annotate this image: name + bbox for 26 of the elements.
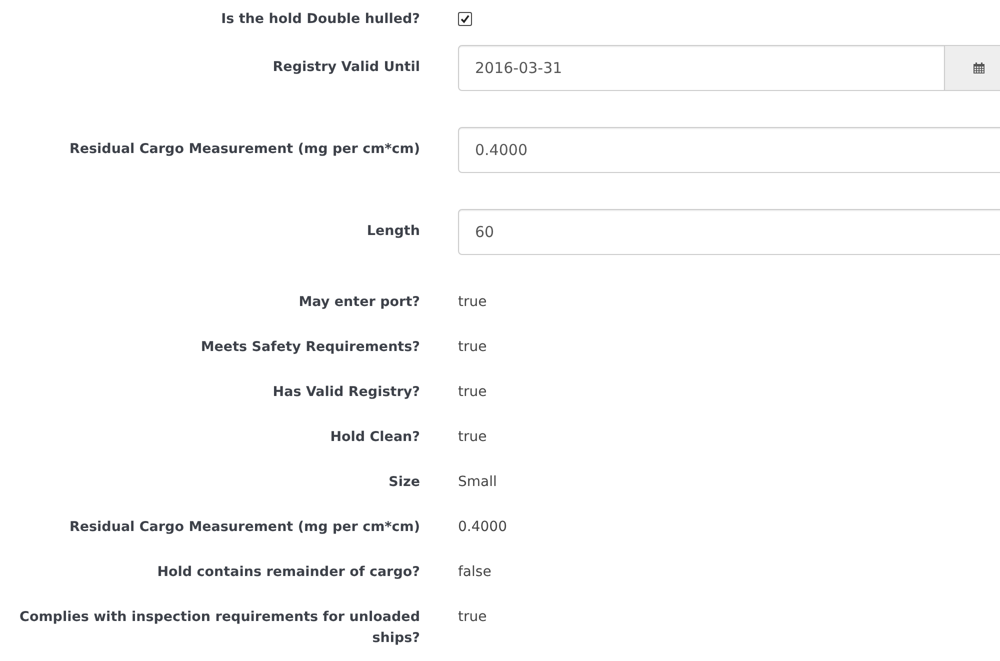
field-label: Has Valid Registry? (272, 383, 420, 402)
field-label: Meets Safety Requirements? (200, 338, 420, 357)
field-value: true (458, 293, 487, 312)
field-label: Complies with inspection requirements for unloaded ships? (18, 608, 420, 648)
field-label: Hold contains remainder of cargo? (156, 563, 420, 582)
field-label: Residual Cargo Measurement (mg per cm*cm) (68, 140, 420, 159)
field-label: Size (388, 473, 420, 492)
field-label: Registry Valid Until (272, 58, 420, 77)
field-label: Hold Clean? (329, 428, 420, 447)
text-field[interactable]: 60 (458, 209, 1000, 255)
calendar-button[interactable] (945, 45, 1000, 91)
field-label: Is the hold Double hulled? (220, 10, 420, 29)
field-label: May enter port? (298, 293, 420, 312)
field-value: true (458, 608, 487, 627)
field-value: true (458, 428, 487, 447)
field-value: false (458, 563, 492, 582)
field-value: Small (458, 473, 497, 492)
calendar-icon (973, 62, 985, 74)
date-field[interactable]: 2016-03-31 (458, 45, 945, 91)
field-label: Length (366, 222, 420, 241)
field-value: true (458, 383, 487, 402)
text-field[interactable]: 0.4000 (458, 127, 1000, 173)
field-label: Residual Cargo Measurement (mg per cm*cm) (68, 518, 420, 537)
field-value: 0.4000 (458, 518, 507, 537)
field-value: true (458, 338, 487, 357)
checkbox[interactable] (458, 12, 472, 26)
